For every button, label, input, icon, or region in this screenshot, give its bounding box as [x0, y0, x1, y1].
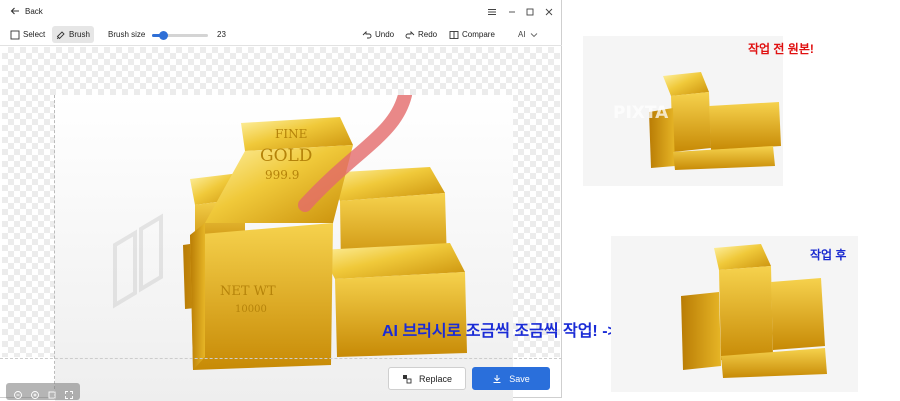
compare-icon [449, 30, 459, 39]
brush-size-slider[interactable] [152, 31, 208, 40]
menu-button[interactable] [485, 5, 499, 19]
watermark-text: PIXTA [613, 103, 669, 123]
title-bar: Back [0, 0, 562, 24]
gold-bars-image: FINE GOLD 999.9 NET WT 10000 [55, 88, 513, 401]
redo-button[interactable]: Redo [401, 26, 441, 43]
compare-button[interactable]: Compare [445, 26, 499, 43]
download-icon [493, 374, 501, 383]
slider-handle[interactable] [159, 31, 169, 40]
gold-text-fine: FINE [275, 127, 307, 141]
select-label: Select [23, 30, 46, 39]
replace-icon [402, 374, 412, 383]
compare-label: Compare [462, 30, 495, 39]
brush-icon [56, 30, 65, 39]
close-button[interactable] [542, 5, 556, 19]
undo-button[interactable]: Undo [358, 26, 398, 43]
brush-label: Brush [69, 30, 90, 39]
undo-label: Undo [375, 30, 395, 39]
action-footer: Replace Save [0, 358, 562, 398]
gold-text-purity: 999.9 [265, 168, 299, 182]
gold-text-weight: 10000 [235, 304, 267, 315]
gold-bars-photo[interactable]: FINE GOLD 999.9 NET WT 10000 [54, 88, 513, 401]
before-reference-image: PIXTA [583, 36, 783, 186]
ai-label: AI [518, 30, 526, 39]
toolbar: Select Brush Brush size 23 Undo Redo Com… [0, 24, 562, 46]
menu-icon [488, 9, 496, 15]
annotation-arrow-note: AI 브러시로 조금씩 조금씩 작업! -> [382, 323, 617, 340]
minimize-icon [509, 11, 515, 13]
undo-icon [362, 30, 372, 38]
brush-tool[interactable]: Brush [52, 26, 94, 43]
replace-label: Replace [418, 373, 453, 384]
save-label: Save [509, 373, 530, 384]
select-icon [10, 30, 20, 39]
gold-text-gold: GOLD [260, 146, 312, 166]
after-label: 작업 후 [810, 248, 847, 262]
select-tool[interactable]: Select [6, 26, 49, 43]
arrow-left-icon [10, 7, 19, 15]
chevron-down-icon [530, 32, 537, 37]
close-icon [545, 8, 553, 16]
before-label: 작업 전 원본! [748, 42, 814, 56]
back-button[interactable]: Back [10, 6, 43, 16]
replace-button[interactable]: Replace [388, 367, 466, 390]
gold-text-netwt: NET WT [220, 284, 276, 299]
brush-size-label: Brush size [108, 30, 146, 39]
redo-icon [405, 30, 415, 38]
brush-size-value: 23 [217, 30, 226, 39]
ai-dropdown[interactable]: AI [518, 30, 538, 39]
back-label: Back [25, 6, 43, 16]
maximize-button[interactable] [523, 5, 537, 19]
maximize-icon [526, 8, 534, 16]
save-button[interactable]: Save [472, 367, 550, 390]
editing-canvas[interactable]: FINE GOLD 999.9 NET WT 10000 [2, 47, 560, 401]
redo-label: Redo [418, 30, 438, 39]
minimize-button[interactable] [505, 5, 519, 19]
